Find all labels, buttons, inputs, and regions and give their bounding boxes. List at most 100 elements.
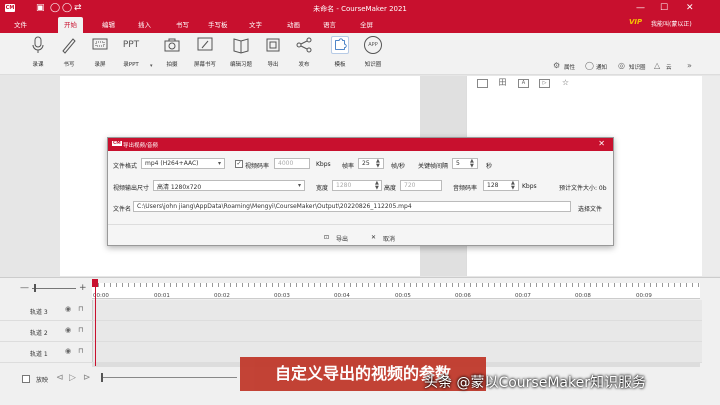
maximize-button[interactable]: ☐ bbox=[660, 3, 668, 13]
cloud-icon[interactable]: △ bbox=[654, 61, 660, 70]
media-icon[interactable]: ▷ bbox=[539, 79, 550, 88]
progress-handle[interactable] bbox=[101, 373, 103, 382]
estimated-size: 预计文件大小: 0b bbox=[559, 185, 607, 192]
fps-stepper[interactable]: ▲ ▼ bbox=[376, 159, 380, 169]
play-icon[interactable]: ▷ bbox=[69, 373, 76, 383]
zoom-out-button[interactable]: — bbox=[20, 283, 29, 293]
width-stepper[interactable]: ▲ ▼ bbox=[375, 181, 379, 191]
track-row: 轨道 2 ◉ ⊓ bbox=[0, 321, 702, 342]
pen-icon bbox=[62, 38, 76, 54]
menu-language[interactable]: 语言 bbox=[323, 19, 336, 29]
tool-template[interactable]: 模板 bbox=[322, 36, 358, 68]
track-lane[interactable] bbox=[92, 300, 702, 320]
tool-knowledge-circle[interactable]: APP 知识圈 bbox=[355, 36, 391, 68]
next-icon[interactable]: ⊳ bbox=[83, 373, 91, 383]
minimize-button[interactable]: — bbox=[636, 3, 645, 13]
tool-label: 知识圈 bbox=[364, 62, 382, 68]
menu-edit[interactable]: 编辑 bbox=[102, 19, 115, 29]
audio-bitrate-stepper[interactable]: ▲ ▼ bbox=[511, 181, 515, 191]
play-label: 放映 bbox=[36, 377, 49, 384]
menu-write[interactable]: 书写 bbox=[176, 19, 189, 29]
size-select[interactable]: 高清 1280x720 bbox=[153, 180, 305, 191]
size-label: 视频输出尺寸 bbox=[113, 185, 150, 192]
progress-slider[interactable] bbox=[101, 377, 237, 378]
settings-icon[interactable]: ⚙ bbox=[553, 61, 560, 70]
expand-icon[interactable]: » bbox=[687, 61, 692, 70]
eye-icon[interactable]: ◉ bbox=[65, 305, 71, 313]
knowledge-circle-button[interactable]: 知识圈 bbox=[629, 63, 646, 71]
menu-fullscreen[interactable]: 全屏 bbox=[360, 19, 373, 29]
notify-button[interactable]: 通知 bbox=[596, 63, 607, 71]
track-label: 轨道 3 bbox=[30, 309, 48, 316]
export-button[interactable]: 导出 bbox=[336, 234, 348, 243]
width-label: 宽度 bbox=[316, 185, 329, 192]
lock-icon[interactable]: ⊓ bbox=[78, 347, 83, 355]
track-label: 轨道 2 bbox=[30, 330, 48, 337]
grid-icon[interactable]: 田 bbox=[497, 79, 508, 88]
tool-record-ppt[interactable]: PPT 录PPT bbox=[113, 36, 149, 68]
menu-text[interactable]: 文字 bbox=[249, 19, 262, 29]
tick-label: 00:09 bbox=[636, 293, 652, 299]
choose-file-button[interactable]: 选择文件 bbox=[578, 204, 602, 213]
keyframe-label: 关键帧间隔 bbox=[418, 163, 449, 170]
ppt-icon: PPT bbox=[122, 40, 140, 50]
menu-start[interactable]: 开始 bbox=[58, 17, 83, 33]
tool-camera[interactable]: 拍摄 bbox=[154, 36, 190, 68]
lock-icon[interactable]: ⊓ bbox=[78, 326, 83, 334]
vertical-scrollbar[interactable] bbox=[702, 76, 720, 276]
text-icon[interactable]: A bbox=[518, 79, 529, 88]
zoom-slider-handle[interactable] bbox=[34, 284, 36, 292]
chevron-down-icon[interactable]: ▾ bbox=[150, 63, 153, 69]
watermark: 头条 @蒙以CourseMaker知识服务 bbox=[424, 375, 646, 391]
cancel-button[interactable]: 取消 bbox=[383, 234, 395, 243]
eye-icon[interactable]: ◉ bbox=[65, 326, 71, 334]
tick-label: 00:08 bbox=[575, 293, 591, 299]
zoom-slider[interactable] bbox=[32, 288, 76, 289]
cancel-icon[interactable]: ✕ bbox=[371, 234, 376, 241]
star-icon[interactable]: ☆ bbox=[560, 79, 571, 88]
chat-icon[interactable]: ◯ bbox=[585, 61, 594, 70]
lock-icon[interactable]: ⊓ bbox=[78, 305, 83, 313]
app-icon: APP bbox=[364, 36, 382, 54]
height-input[interactable]: 720 bbox=[400, 180, 442, 191]
tool-publish[interactable]: 发布 bbox=[286, 36, 322, 68]
keyframe-input[interactable]: 5 bbox=[452, 158, 478, 169]
cloud-button[interactable]: 云 bbox=[666, 63, 672, 71]
play-checkbox[interactable] bbox=[22, 375, 30, 383]
dialog-title-bar: CM 导出视频/音频 ✕ bbox=[108, 138, 613, 151]
video-bitrate-input[interactable]: 4000 bbox=[274, 158, 310, 169]
screen-write-icon bbox=[197, 37, 213, 51]
previous-icon[interactable]: ⊲ bbox=[56, 373, 64, 383]
title-bar: CM ▣ ◯ ◯ ⇄ 未命名 - CourseMaker 2021 — ☐ ✕ … bbox=[0, 0, 720, 33]
track-lane[interactable] bbox=[92, 321, 702, 341]
account-name[interactable]: 我能叫(蒙以正) bbox=[651, 19, 692, 28]
tool-label: 模板 bbox=[334, 62, 346, 68]
fps-input[interactable]: 25 bbox=[358, 158, 384, 169]
menu-insert[interactable]: 插入 bbox=[138, 19, 151, 29]
zoom-in-button[interactable]: + bbox=[79, 283, 87, 293]
vip-badge[interactable]: VIP bbox=[629, 18, 642, 26]
layout-icon[interactable] bbox=[477, 79, 488, 88]
keyframe-stepper[interactable]: ▲ ▼ bbox=[470, 159, 474, 169]
properties-button[interactable]: 属性 bbox=[564, 63, 575, 71]
menu-file[interactable]: 文件 bbox=[14, 19, 27, 29]
tool-screen-write[interactable]: 屏幕书写 bbox=[187, 36, 223, 68]
audio-bitrate-label: 音频码率 bbox=[453, 185, 478, 192]
knowledge-icon[interactable]: ◎ bbox=[618, 61, 625, 70]
tool-edit-exercise[interactable]: 编辑习题 bbox=[223, 36, 259, 68]
height-label: 高度 bbox=[384, 185, 397, 192]
tool-label: 拍摄 bbox=[166, 62, 178, 68]
export-dialog: CM 导出视频/音频 ✕ 文件格式 mp4 (H264+AAC) ✓ 视频码率 … bbox=[107, 137, 614, 246]
video-bitrate-checkbox[interactable]: ✓ bbox=[235, 160, 243, 168]
keyframe-unit: 秒 bbox=[486, 163, 493, 170]
export-icon[interactable]: ⊡ bbox=[324, 234, 329, 241]
menu-animation[interactable]: 动画 bbox=[287, 19, 300, 29]
filename-input[interactable]: C:\Users\john jiang\AppData\Roaming\Meng… bbox=[133, 201, 571, 212]
filename-label: 文件名 bbox=[113, 206, 132, 213]
dialog-close-icon[interactable]: ✕ bbox=[598, 139, 605, 148]
close-button[interactable]: ✕ bbox=[686, 3, 694, 13]
format-label: 文件格式 bbox=[113, 163, 138, 170]
format-select[interactable]: mp4 (H264+AAC) bbox=[141, 158, 225, 169]
menu-tablet[interactable]: 手写板 bbox=[208, 19, 228, 29]
eye-icon[interactable]: ◉ bbox=[65, 347, 71, 355]
